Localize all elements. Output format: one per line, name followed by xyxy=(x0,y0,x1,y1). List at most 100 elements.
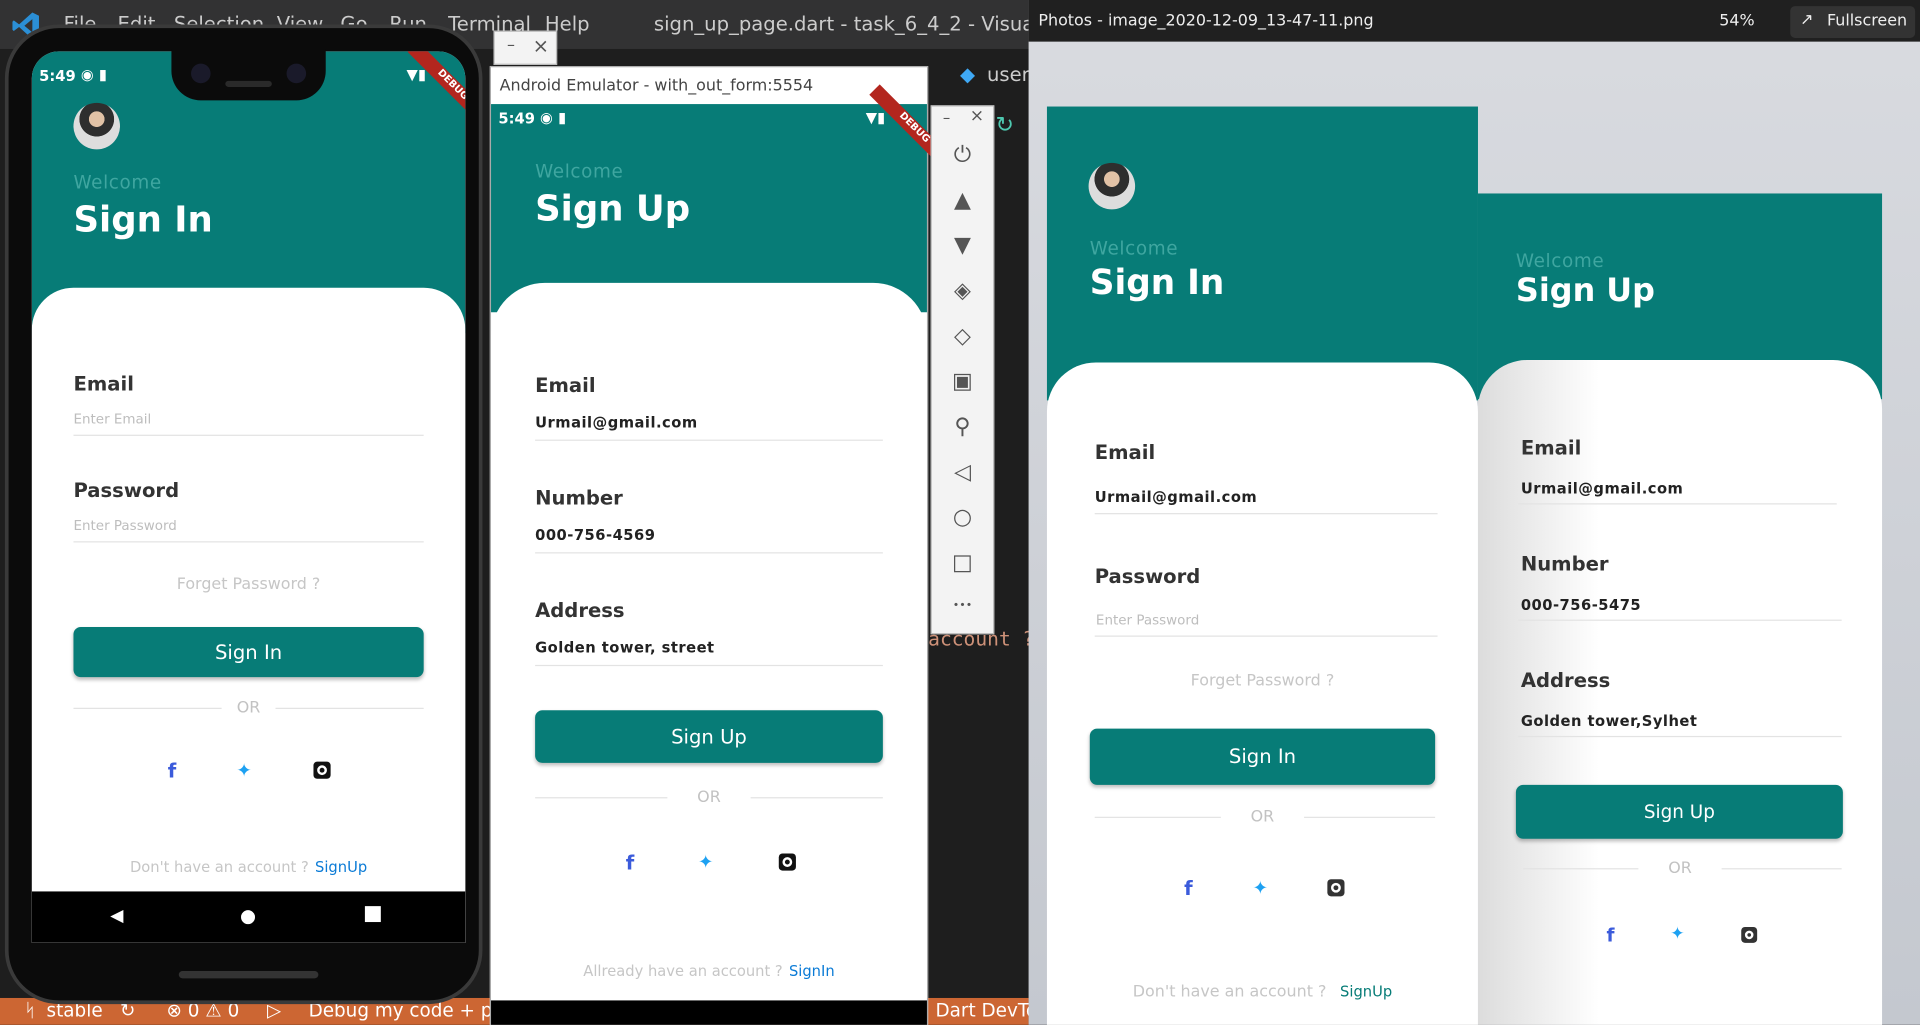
email-underline xyxy=(73,434,424,436)
source-control-icon[interactable]: ᛋ xyxy=(24,999,35,1021)
number-field[interactable]: 000-756-4569 xyxy=(535,527,655,544)
page-title: Sign In xyxy=(1089,262,1225,303)
emulator-title: Android Emulator - with_out_form:5554 xyxy=(499,77,814,96)
password-label: Password xyxy=(1094,564,1201,588)
forget-password-link[interactable]: Forget Password ? xyxy=(32,576,465,594)
speaker-grille xyxy=(225,80,272,87)
home-icon[interactable]: ○ xyxy=(948,503,977,532)
emulator-titlebar: Android Emulator - with_out_form:5554 xyxy=(491,67,927,105)
back-icon[interactable]: ◀ xyxy=(110,906,123,926)
zoom-icon[interactable]: ⚲ xyxy=(948,413,977,442)
number-label: Number xyxy=(535,486,623,510)
email-field: Urmail@gmail.com xyxy=(1094,488,1258,506)
camera-screenshot-icon[interactable]: ▣ xyxy=(948,367,977,396)
emulator-toolbar: – × ⏻ ▲ ▼ ◈ ◇ ▣ ⚲ ◁ ○ □ ••• xyxy=(930,105,995,635)
zoom-level[interactable]: 54% xyxy=(1719,12,1754,30)
address-field[interactable]: Golden tower, street xyxy=(535,639,714,656)
sign-in-button[interactable]: Sign In xyxy=(73,626,424,678)
address-field: Golden tower,Sylhet xyxy=(1520,712,1698,730)
twitter-icon: ✦ xyxy=(1670,924,1685,945)
minimize-icon[interactable]: – xyxy=(507,37,515,55)
power-icon[interactable]: ⏻ xyxy=(948,141,977,170)
page-title: Sign Up xyxy=(535,187,691,229)
rotate-left-icon[interactable]: ◈ xyxy=(948,277,977,306)
password-underline xyxy=(1094,635,1438,637)
password-field[interactable]: Enter Password xyxy=(73,518,176,534)
email-underline xyxy=(1094,513,1438,515)
nav-bar: ◀ ● xyxy=(31,891,466,943)
or-text: OR xyxy=(1638,859,1722,878)
address-label: Address xyxy=(1520,668,1611,692)
fullscreen-label: Fullscreen xyxy=(1826,12,1908,31)
avatar xyxy=(1088,162,1136,210)
number-underline xyxy=(535,552,883,554)
close-icon[interactable]: × xyxy=(533,34,549,57)
dart-file-icon: ◆ xyxy=(960,62,976,86)
twitter-icon: ✦ xyxy=(1252,876,1269,899)
restart-icon[interactable]: ↻ xyxy=(996,113,1014,139)
photos-title: Photos - image_2020-12-09_13-47-11.png xyxy=(1038,12,1374,31)
signin-link[interactable]: SignIn xyxy=(789,962,835,979)
photos-app: Photos - image_2020-12-09_13-47-11.png 5… xyxy=(1028,0,1920,1025)
address-underline xyxy=(535,664,883,667)
fullscreen-button[interactable]: ↗ Fullscreen xyxy=(1790,6,1916,38)
phone-clock: 5:49 xyxy=(39,67,76,85)
address-label: Address xyxy=(535,598,625,623)
facebook-icon: f xyxy=(1606,924,1615,947)
email-underline xyxy=(535,439,883,441)
password-label: Password xyxy=(73,478,180,503)
email-field[interactable]: Enter Email xyxy=(73,411,151,427)
welcome-text: Welcome xyxy=(73,171,162,194)
photo-signup-footer: Don't have an account ? SignUp xyxy=(1047,978,1478,1001)
minimize-icon[interactable]: – xyxy=(943,109,950,126)
or-text-wrap: OR xyxy=(32,699,465,718)
avatar xyxy=(73,102,121,150)
or-text-wrap: OR xyxy=(1478,859,1882,878)
overview-icon[interactable]: □ xyxy=(948,549,977,578)
instagram-icon[interactable] xyxy=(778,853,796,871)
email-field: Urmail@gmail.com xyxy=(1520,480,1684,498)
number-field: 000-756-5475 xyxy=(1520,596,1642,614)
phone-chin-bar xyxy=(178,971,319,979)
instagram-icon[interactable] xyxy=(313,761,331,779)
email-label: Email xyxy=(1094,440,1156,465)
email-label: Email xyxy=(73,372,134,396)
expand-icon: ↗ xyxy=(1800,11,1814,30)
phone-notch xyxy=(171,48,326,101)
facebook-icon[interactable]: f xyxy=(168,759,177,782)
rotate-right-icon[interactable]: ◇ xyxy=(948,322,977,351)
more-icon[interactable]: ••• xyxy=(948,591,977,620)
emulator-clock: 5:49 xyxy=(498,110,535,128)
address-underline xyxy=(1518,735,1842,738)
volume-up-icon[interactable]: ▲ xyxy=(948,186,977,215)
email-field[interactable]: Urmail@gmail.com xyxy=(535,414,698,431)
instagram-icon xyxy=(1741,926,1758,943)
facebook-icon[interactable]: f xyxy=(626,851,635,874)
number-underline xyxy=(1518,619,1842,621)
recents-icon[interactable] xyxy=(364,906,381,923)
welcome-text: Welcome xyxy=(535,160,624,183)
signup-link[interactable]: SignUp xyxy=(315,858,367,875)
twitter-icon[interactable]: ✦ xyxy=(698,851,713,873)
camera-icon xyxy=(191,63,211,84)
editor-tab-label: user. xyxy=(986,62,1035,86)
status-icons-left: ◉ ▮ xyxy=(80,66,107,84)
sign-up-button[interactable]: Sign Up xyxy=(535,710,883,763)
camera-icon xyxy=(286,63,307,84)
welcome-text: Welcome xyxy=(1089,237,1179,260)
footer-text: Don't have an account ? xyxy=(129,858,309,876)
or-text-wrap: OR xyxy=(491,788,927,807)
twitter-icon[interactable]: ✦ xyxy=(236,759,251,781)
close-icon[interactable]: × xyxy=(970,107,984,127)
volume-down-icon[interactable]: ▼ xyxy=(948,231,977,260)
back-icon[interactable]: ◁ xyxy=(948,458,977,487)
welcome-text: Welcome xyxy=(1515,249,1605,272)
instagram-icon xyxy=(1327,879,1345,897)
nav-bar xyxy=(491,1000,927,1025)
home-icon[interactable]: ● xyxy=(240,905,256,927)
sign-up-button: Sign Up xyxy=(1515,784,1843,839)
password-underline xyxy=(73,541,424,543)
signup-link: SignUp xyxy=(1340,983,1393,1001)
page-title: Sign In xyxy=(73,198,213,241)
or-text-wrap: OR xyxy=(1047,808,1478,827)
